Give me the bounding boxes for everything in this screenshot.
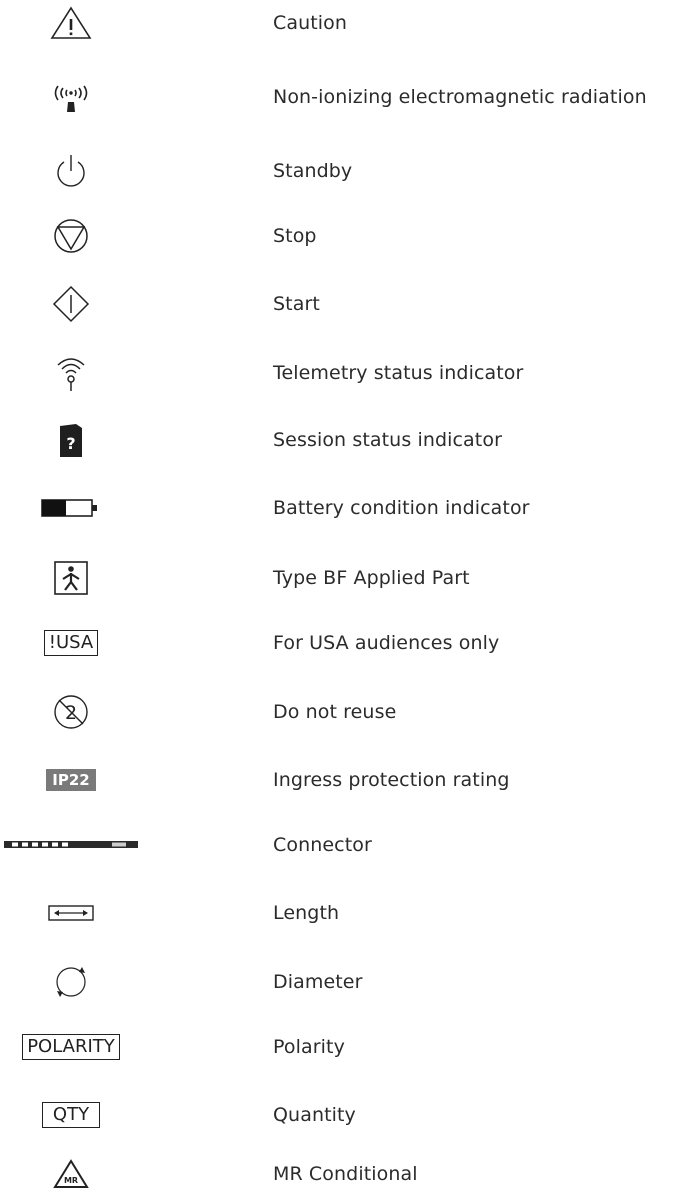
standby-icon: [0, 141, 142, 201]
symbol-row-length: Length: [0, 883, 688, 943]
symbol-row-caution: Caution: [0, 0, 688, 53]
mr-conditional-icon: MR: [0, 1144, 142, 1204]
symbol-label: Stop: [273, 225, 317, 247]
no-reuse-icon: 2: [0, 682, 142, 742]
symbol-row-standby: Standby: [0, 141, 688, 201]
symbol-label: For USA audiences only: [273, 632, 500, 654]
symbol-label: Type BF Applied Part: [273, 567, 470, 589]
symbol-label: Non-ionizing electromagnetic radiation: [273, 86, 647, 108]
symbol-row-start: Start: [0, 274, 688, 334]
symbol-label: Polarity: [273, 1036, 345, 1058]
stop-icon: [0, 206, 142, 266]
symbol-row-session: ? Session status indicator: [0, 410, 688, 470]
telemetry-icon: [0, 343, 142, 403]
symbol-label: Length: [273, 902, 340, 924]
session-glyph: ?: [66, 434, 75, 453]
symbol-label: Ingress protection rating: [273, 769, 510, 791]
symbol-label: Telemetry status indicator: [273, 362, 524, 384]
symbol-label: Battery condition indicator: [273, 497, 530, 519]
type-bf-icon: [0, 548, 142, 608]
no-reuse-glyph: 2: [65, 702, 77, 724]
symbol-row-radiation: Non-ionizing electromagnetic radiation: [0, 67, 688, 127]
usa-only-icon: !USA: [0, 613, 142, 673]
symbol-row-mr-conditional: MR MR Conditional: [0, 1144, 688, 1204]
symbol-label: Do not reuse: [273, 701, 397, 723]
polarity-icon: POLARITY: [0, 1017, 142, 1077]
symbol-row-polarity: POLARITY Polarity: [0, 1017, 688, 1077]
diameter-icon: [0, 952, 142, 1012]
symbol-row-connector: Connector: [0, 815, 688, 875]
radiation-icon: [0, 67, 142, 127]
symbol-row-telemetry: Telemetry status indicator: [0, 343, 688, 403]
start-icon: [0, 274, 142, 334]
usa-only-glyph: !USA: [43, 630, 99, 656]
session-icon: ?: [0, 410, 142, 470]
ip-rating-icon: IP22: [0, 750, 142, 810]
connector-icon: [4, 815, 146, 875]
symbol-label: Standby: [273, 160, 353, 182]
symbol-row-stop: Stop: [0, 206, 688, 266]
symbol-row-type-bf: Type BF Applied Part: [0, 548, 688, 608]
symbol-row-battery: Battery condition indicator: [0, 478, 688, 538]
symbol-label: MR Conditional: [273, 1163, 418, 1185]
mr-glyph: MR: [64, 1176, 78, 1185]
length-icon: [0, 883, 142, 943]
symbol-label: Quantity: [273, 1104, 356, 1126]
polarity-glyph: POLARITY: [22, 1034, 120, 1060]
symbol-row-no-reuse: 2 Do not reuse: [0, 682, 688, 742]
symbol-row-quantity: QTY Quantity: [0, 1085, 688, 1145]
symbol-label: Session status indicator: [273, 429, 502, 451]
quantity-glyph: QTY: [41, 1102, 101, 1128]
ip-rating-glyph: IP22: [46, 769, 96, 791]
symbol-row-diameter: Diameter: [0, 952, 688, 1012]
symbol-row-ip-rating: IP22 Ingress protection rating: [0, 750, 688, 810]
symbol-label: Diameter: [273, 971, 363, 993]
symbol-label: Caution: [273, 12, 348, 34]
caution-icon: [0, 0, 142, 53]
symbol-row-usa-only: !USA For USA audiences only: [0, 613, 688, 673]
battery-icon: [0, 478, 142, 538]
symbol-label: Start: [273, 293, 320, 315]
symbol-label: Connector: [273, 834, 372, 856]
quantity-icon: QTY: [0, 1085, 142, 1145]
